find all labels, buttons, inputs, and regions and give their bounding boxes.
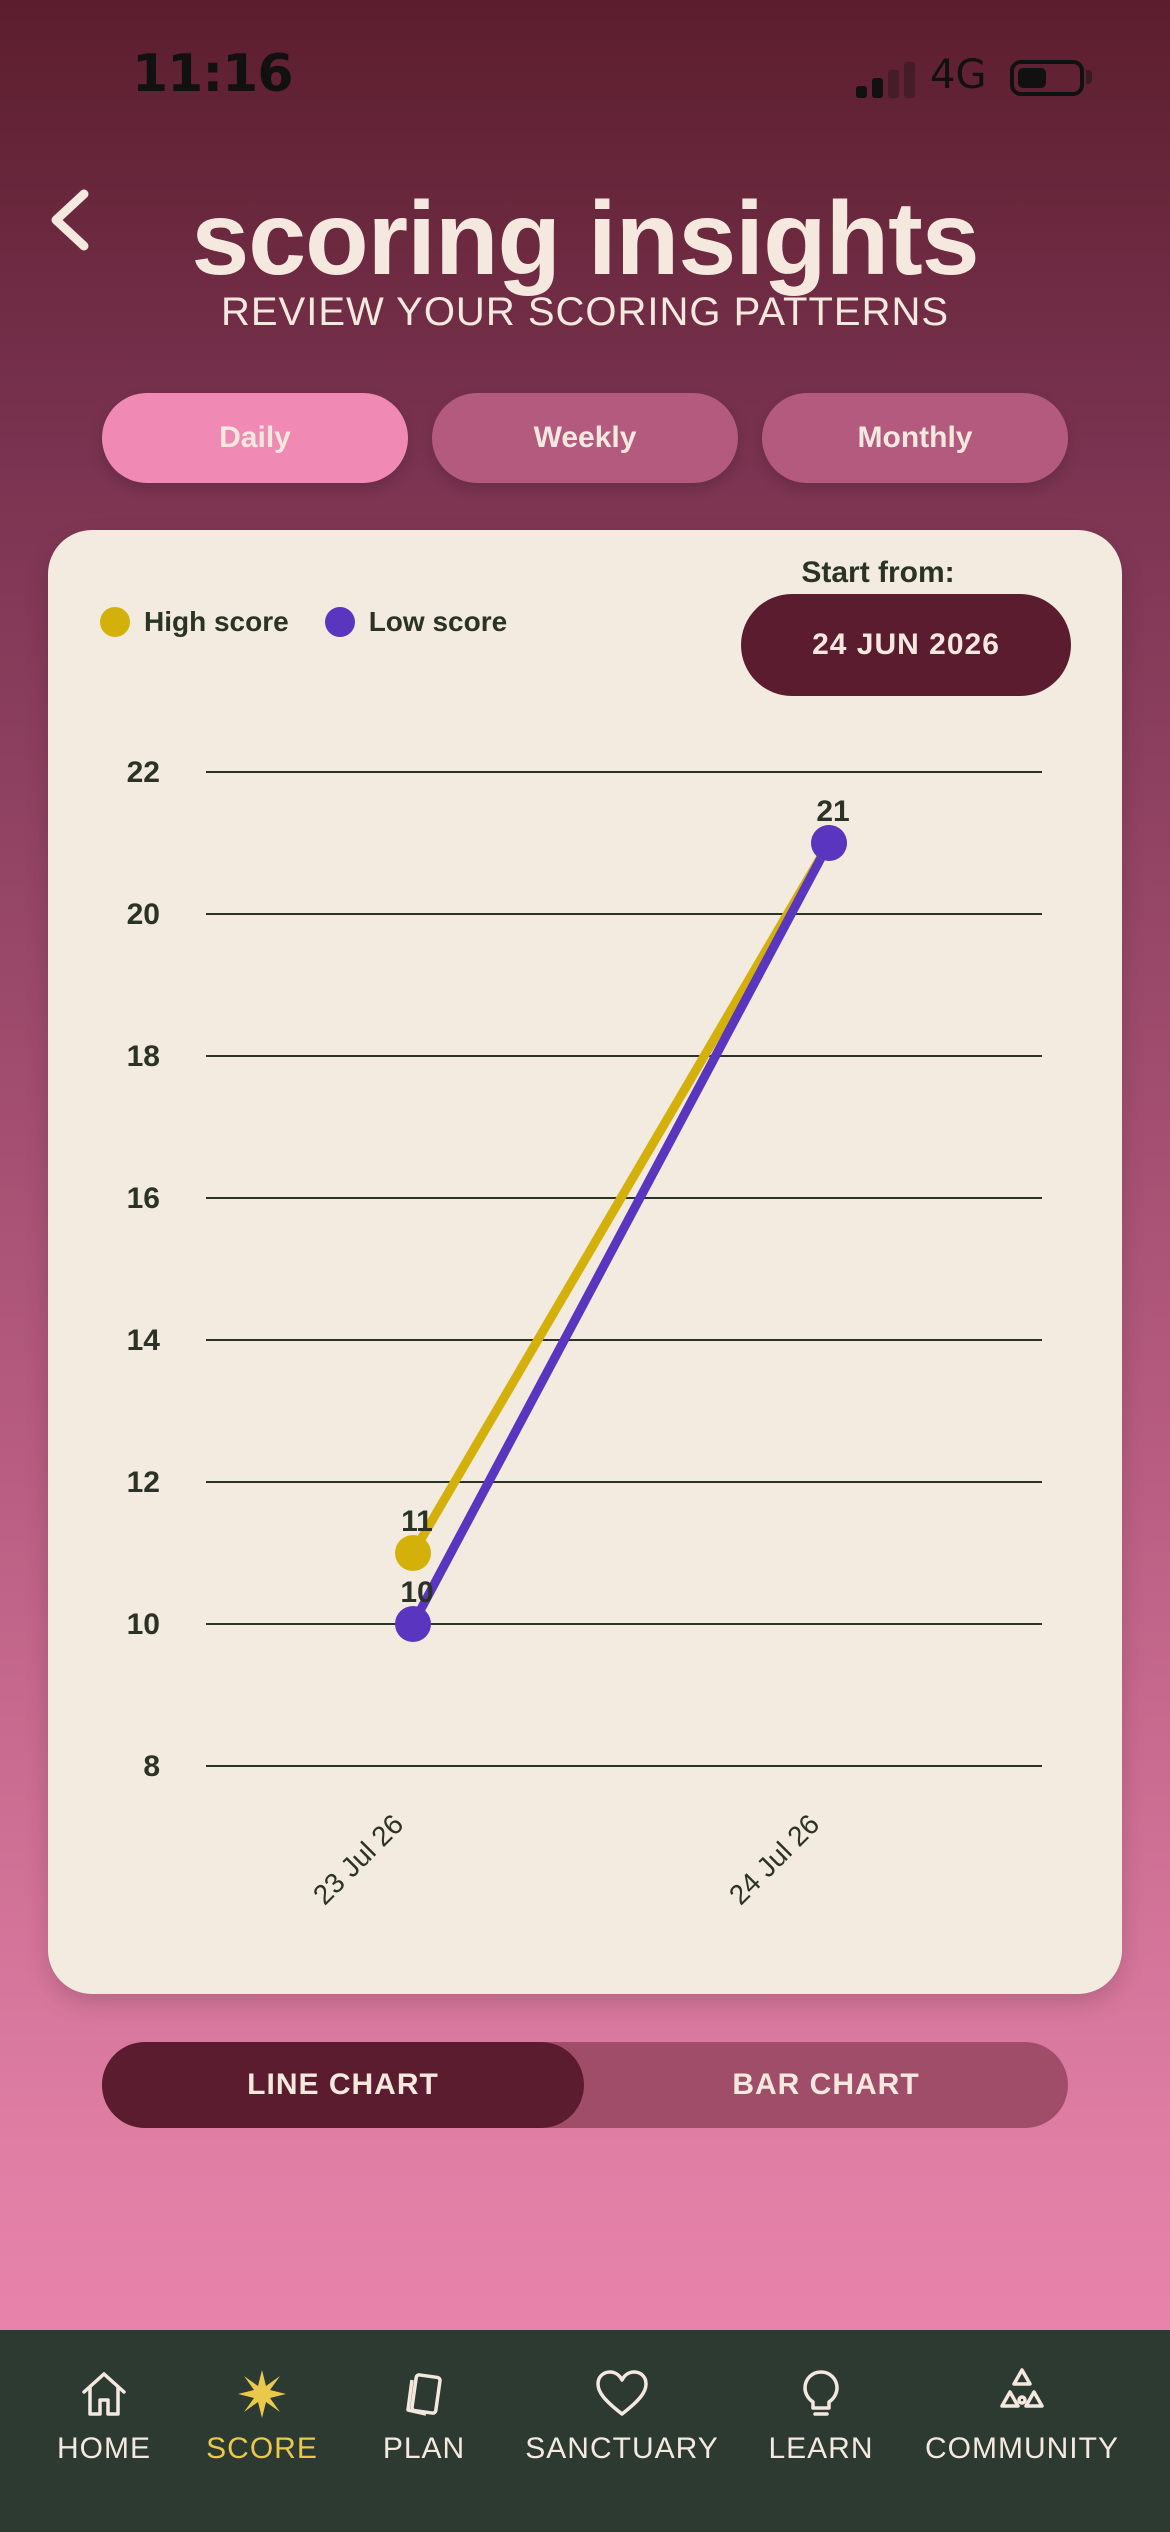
chart-card: High score Low score Start from: 24 JUN … — [48, 530, 1122, 1994]
nav-item-home[interactable]: HOME — [52, 2366, 156, 2466]
nav-item-sanctuary[interactable]: SANCTUARY — [525, 2366, 719, 2466]
star-icon — [234, 2366, 290, 2422]
bar-chart-button[interactable]: BAR CHART — [584, 2042, 1068, 2128]
heart-icon — [594, 2366, 650, 2422]
page-subtitle: REVIEW YOUR SCORING PATTERNS — [220, 290, 950, 334]
nav-item-community[interactable]: COMMUNITY — [922, 2366, 1122, 2466]
cards-icon — [396, 2366, 452, 2422]
x-tick-label: 23 Jul 26 — [307, 1808, 409, 1910]
y-tick-label: 8 — [143, 1750, 160, 1783]
battery-tip — [1086, 70, 1092, 84]
y-tick-label: 20 — [127, 898, 160, 931]
bottom-nav: HOME SCORE PLAN SANCTUARY LEARN COMMUNIT… — [0, 2330, 1170, 2532]
page-title: scoring insights — [191, 181, 979, 297]
tab-monthly[interactable]: Monthly — [762, 393, 1068, 483]
line-chart: 8 10 12 14 16 18 20 22 23 Jul 26 24 Jul 26 11 21 10 — [127, 756, 1042, 1911]
lightbulb-icon — [793, 2366, 849, 2422]
tab-daily[interactable]: Daily — [102, 393, 408, 483]
nav-item-score[interactable]: SCORE — [202, 2366, 322, 2466]
y-tick-label: 14 — [127, 1324, 161, 1357]
y-tick-label: 16 — [127, 1182, 160, 1215]
line-chart-button[interactable]: LINE CHART — [102, 2042, 584, 2128]
nav-label-home: HOME — [57, 2432, 151, 2465]
status-bar: 11:16 4G — [0, 0, 1170, 150]
data-point-high — [395, 1535, 431, 1571]
chart-type-toggle: LINE CHART BAR CHART — [102, 2042, 1068, 2128]
nav-label-learn: LEARN — [768, 2432, 874, 2465]
data-label: 10 — [400, 1576, 433, 1609]
period-tabs: Daily Weekly Monthly — [102, 393, 1068, 483]
home-icon — [76, 2366, 132, 2422]
nav-label-plan: PLAN — [382, 2432, 466, 2465]
y-tick-label: 18 — [127, 1040, 160, 1073]
battery-icon — [1010, 60, 1084, 96]
y-tick-label: 12 — [127, 1466, 160, 1499]
series-line-low — [408, 838, 834, 1629]
network-label: 4G — [930, 52, 987, 98]
nav-item-plan[interactable]: PLAN — [376, 2366, 472, 2466]
status-time: 11:16 — [132, 44, 294, 104]
data-point-low — [811, 825, 847, 861]
data-label: 21 — [816, 795, 849, 828]
nav-label-score: SCORE — [206, 2432, 318, 2465]
signal-icon — [856, 60, 916, 98]
nav-label-community: COMMUNITY — [925, 2432, 1119, 2465]
community-icon — [994, 2366, 1050, 2422]
nav-label-sanctuary: SANCTUARY — [525, 2432, 719, 2465]
nav-item-learn[interactable]: LEARN — [764, 2366, 878, 2466]
x-tick-label: 24 Jul 26 — [723, 1808, 825, 1910]
data-point-low — [395, 1606, 431, 1642]
y-tick-label: 22 — [127, 756, 160, 789]
tab-weekly[interactable]: Weekly — [432, 393, 738, 483]
y-tick-label: 10 — [127, 1608, 160, 1641]
data-label: 11 — [401, 1505, 433, 1538]
